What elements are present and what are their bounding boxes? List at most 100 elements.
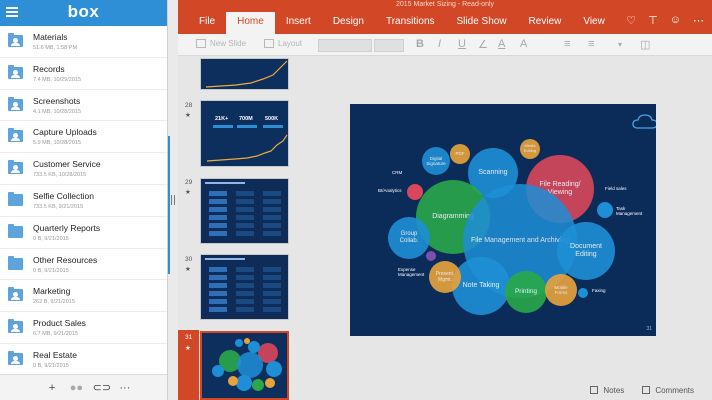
new-slide-button[interactable]: New Slide (196, 39, 246, 48)
cloud-icon (632, 114, 656, 129)
ribbon-toolbar: New Slide Layout B I U ∠ A A ≡ ≡ ▾ ◫ (178, 34, 712, 56)
slide-dot (597, 202, 613, 218)
thumb-star-icon: ★ (185, 189, 191, 196)
shared-folder-icon (8, 96, 23, 111)
box-footer: + ●● ⊂⊃ ··· (0, 374, 167, 400)
shared-folder-icon (8, 160, 23, 175)
folder-name: Capture Uploads (33, 127, 97, 138)
shared-folder-icon (8, 350, 23, 365)
folder-row[interactable]: Records 7.4 MB, 10/29/2015 (0, 58, 167, 90)
thumb-number: 28 (185, 102, 193, 109)
folder-name: Customer Service (33, 159, 101, 170)
box-pane: box Materials 51.6 MB, 1:58 PM Records 7.4 … (0, 0, 168, 400)
underline-icon[interactable]: U (458, 38, 466, 50)
document-title: 2015 Market Sizing - Read-only (395, 1, 495, 8)
folder-row[interactable]: Other Resources 0 B, 9/21/2015 (0, 249, 167, 281)
slide-side-label: Field sales (605, 186, 627, 191)
folder-name: Materials (33, 32, 68, 42)
more-options-icon[interactable]: ⋯ (693, 14, 704, 27)
ribbon-tabs: File Home Insert Design Transitions Slide Sho… (178, 12, 712, 34)
folder-name: Product Sales (33, 318, 86, 329)
present-icon[interactable]: ⊤ (648, 14, 658, 27)
slide-thumbnail-30[interactable] (200, 254, 289, 320)
share-icon[interactable]: ☺ (670, 14, 681, 27)
folder-name: Other Resources (33, 254, 98, 265)
tab-home[interactable]: Home (226, 12, 275, 34)
notes-button[interactable]: Notes (590, 386, 624, 395)
box-header: box (0, 0, 167, 26)
slide-bubble: Media Editing (520, 139, 540, 159)
bullets-icon[interactable]: ≡ (564, 38, 570, 50)
tab-transitions[interactable]: Transitions (375, 12, 446, 34)
folder-row[interactable]: Materials 51.6 MB, 1:58 PM (0, 26, 167, 58)
folder-icon (8, 223, 23, 238)
add-icon[interactable]: + (44, 382, 60, 394)
slide-thumbnail-28[interactable]: 21K+ 700M 500K (200, 100, 289, 167)
tab-review[interactable]: Review (518, 12, 573, 34)
slide-bubble: Digital Signature (422, 147, 450, 175)
bold-icon[interactable]: B (416, 38, 424, 50)
slide-thumbnail-27[interactable] (200, 58, 289, 90)
font-color-icon[interactable]: A (498, 38, 505, 50)
folder-icon (8, 191, 23, 206)
slide-bubble: PDF (450, 144, 470, 164)
clear-format-icon[interactable]: A (520, 38, 527, 50)
folder-row[interactable]: Customer Service 733.5 KB, 10/28/2015 (0, 153, 167, 185)
folder-row[interactable]: Screenshots 4.1 MB, 10/28/2015 (0, 90, 167, 122)
tab-view[interactable]: View (572, 12, 616, 34)
shapes-icon[interactable]: ◫ (640, 38, 650, 51)
thumb-number: 31 (185, 334, 193, 341)
thumb-line-chart (206, 134, 288, 162)
tab-file[interactable]: File (188, 12, 226, 34)
lightbulb-icon[interactable]: ♡ (626, 14, 636, 27)
tab-slide-show[interactable]: Slide Show (446, 12, 518, 34)
comments-button[interactable]: Comments (642, 386, 694, 395)
pane-splitter[interactable] (168, 0, 178, 400)
slide-dot (407, 184, 423, 200)
slide-bubble: Printing (505, 271, 547, 313)
slide-side-label: BI/Analytics (378, 188, 402, 193)
shared-folder-icon (8, 64, 23, 79)
folder-row[interactable]: Capture Uploads 5.9 MB, 10/28/2015 (0, 121, 167, 154)
notes-icon (590, 386, 599, 394)
folder-name: Real Estate (33, 349, 77, 360)
folder-row[interactable]: Marketing 262 B, 9/21/2015 (0, 280, 167, 313)
tab-design[interactable]: Design (322, 12, 375, 34)
slide-bubble: Document Editing (557, 222, 615, 280)
slide-bubble: Mobile Forms (545, 274, 577, 306)
folder-meta: 4.1 MB, 10/28/2015 (33, 108, 82, 115)
splitter-grip-icon[interactable] (171, 195, 175, 205)
slide-side-label: CRM (392, 170, 403, 175)
folder-row[interactable]: Quarterly Reports 0 B, 9/21/2015 (0, 217, 167, 249)
slide-page-number: 31 (646, 326, 652, 332)
layout-button[interactable]: Layout (264, 39, 302, 48)
folder-name: Screenshots (33, 95, 81, 106)
tab-insert[interactable]: Insert (275, 12, 322, 34)
thumb-star-icon: ★ (185, 112, 191, 119)
slide-dot (578, 288, 588, 298)
slide-dot (426, 251, 436, 261)
folder-meta: 0 B, 9/21/2015 (33, 362, 69, 369)
folder-row[interactable]: Real Estate 0 B, 9/21/2015 (0, 344, 167, 376)
thumb-number: 29 (185, 179, 193, 186)
slide-thumbnail-29[interactable] (200, 178, 289, 244)
highlight-icon[interactable]: ∠ (478, 38, 488, 51)
notes-label: Notes (603, 385, 625, 395)
slide-side-label: Faxing (592, 288, 606, 293)
folder-row[interactable]: Product Sales 6.7 MB, 9/21/2015 (0, 312, 167, 344)
thumb-star-icon: ★ (185, 345, 191, 352)
dropdown-icon[interactable]: ▾ (618, 40, 622, 49)
numbering-icon[interactable]: ≡ (588, 38, 594, 50)
font-size-box[interactable] (374, 39, 404, 52)
italic-icon[interactable]: I (438, 38, 441, 50)
thumb-line-chart (205, 60, 288, 88)
link-icon[interactable]: ⊂⊃ (93, 381, 111, 394)
scroll-indicator (168, 136, 170, 274)
folder-icon (8, 255, 23, 270)
more-icon[interactable]: ··· (117, 382, 133, 394)
folder-row[interactable]: Selfie Collection 733.5 KB, 9/21/2015 (0, 185, 167, 217)
collaborators-icon[interactable]: ●● (68, 382, 84, 394)
font-family-box[interactable] (318, 39, 372, 52)
slide-thumbnails: 28 ★ 21K+ 700M 500K 29 ★ 30 ★ 31 ★ (178, 56, 297, 400)
main-slide[interactable]: 31 Scanning File Reading/ Viewing Diagramm… (350, 104, 656, 336)
